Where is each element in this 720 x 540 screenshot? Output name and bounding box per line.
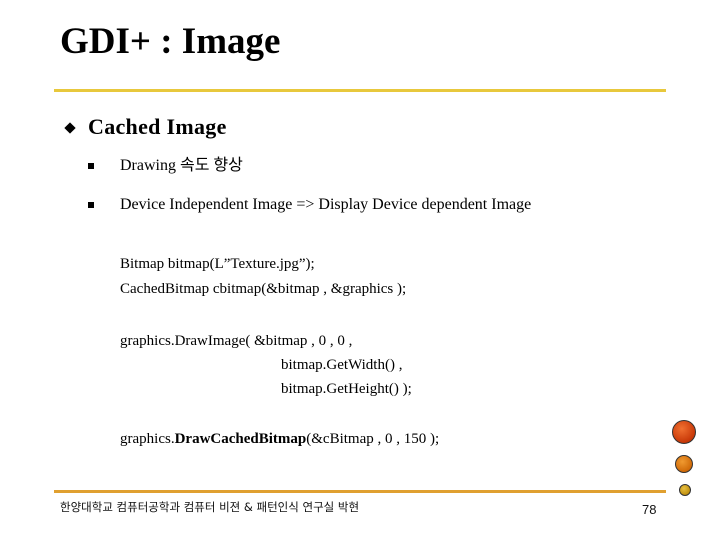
section-heading: Cached Image [88, 114, 227, 139]
bullet-item: Drawing 속도 향상 [120, 157, 243, 174]
code-line: CachedBitmap cbitmap(&bitmap , &graphics… [120, 281, 407, 297]
code-args: (&cBitmap , 0 , 150 ); [306, 431, 440, 447]
diamond-bullet-icon [64, 122, 76, 134]
square-bullet-icon [88, 202, 94, 208]
code-line: bitmap.GetWidth() , [281, 357, 403, 373]
code-line: graphics.DrawCachedBitmap(&cBitmap , 0 ,… [120, 429, 439, 449]
square-bullet-icon [88, 163, 94, 169]
decorative-circle-icon [672, 420, 696, 444]
bullet-item: Device Independent Image => Display Devi… [120, 196, 532, 213]
code-object: graphics. [120, 431, 175, 447]
code-line: bitmap.GetHeight() ); [281, 381, 412, 397]
decorative-circle-icon [679, 484, 691, 496]
code-line: graphics.DrawImage( &bitmap , 0 , 0 , [120, 333, 353, 349]
page-number: 78 [642, 502, 657, 517]
footer-divider [54, 490, 666, 493]
decorative-circle-icon [675, 455, 693, 473]
title-divider [54, 89, 666, 92]
code-line: Bitmap bitmap(L”Texture.jpg”); [120, 256, 315, 272]
footer-credit: 한양대학교 컴퓨터공학과 컴퓨터 비젼 & 패턴인식 연구실 박현 [60, 500, 360, 514]
code-method-highlight: DrawCachedBitmap [174, 431, 307, 447]
slide-title: GDI+ : Image [60, 21, 281, 62]
